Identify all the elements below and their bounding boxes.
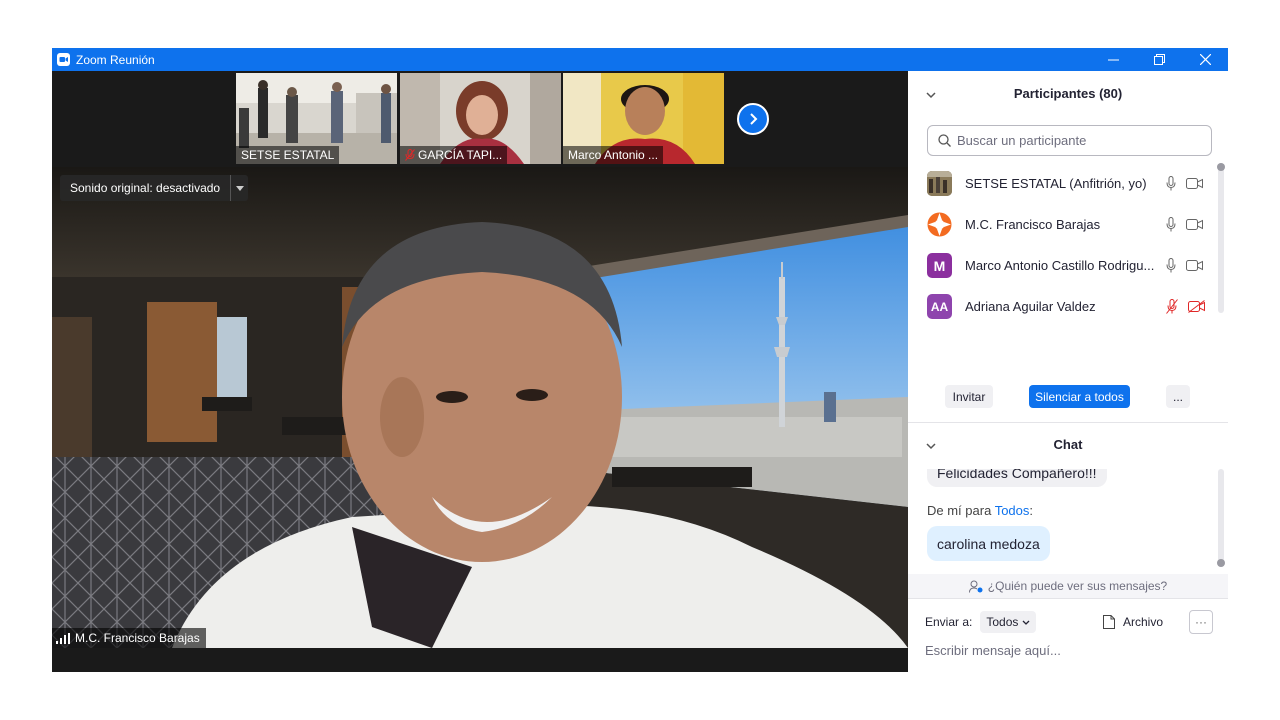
restore-icon — [1153, 54, 1165, 65]
who-can-see-messages[interactable]: ¿Quién puede ver sus mensajes? — [908, 574, 1228, 598]
video-camera-icon[interactable] — [1186, 260, 1203, 271]
speaker-video-frame — [52, 167, 908, 648]
chevron-down-icon — [1022, 620, 1030, 625]
close-button[interactable] — [1182, 48, 1228, 71]
mute-all-button[interactable]: Silenciar a todos — [1029, 385, 1130, 408]
participant-list: SETSE ESTATAL (Anfitrión, yo) M.C. Franc… — [908, 163, 1228, 323]
more-chat-options-button[interactable]: ··· — [1189, 610, 1213, 634]
chat-header: Chat — [908, 424, 1228, 464]
participant-name: Marco Antonio Castillo Rodrigu... — [965, 258, 1155, 273]
side-panel: Participantes (80) SETSE ESTATAL (Anfitr… — [908, 71, 1228, 672]
chat-message: carolina medoza — [927, 526, 1050, 561]
avatar: M — [927, 253, 952, 278]
chat-scrollbar[interactable] — [1217, 469, 1225, 567]
participants-header: Participantes (80) — [908, 73, 1228, 113]
send-to-select[interactable]: Todos — [980, 611, 1037, 633]
close-icon — [1199, 54, 1211, 65]
avatar — [927, 171, 952, 196]
file-icon — [1103, 615, 1115, 629]
main-speaker-video[interactable]: Sonido original: desactivado M.C. Franci… — [52, 167, 908, 648]
participants-title: Participantes (80) — [1013, 85, 1123, 101]
collapse-participants-button[interactable] — [926, 87, 936, 102]
participant-search[interactable] — [927, 125, 1212, 156]
microphone-icon[interactable] — [1166, 217, 1176, 232]
minimize-button[interactable] — [1090, 48, 1136, 71]
chat-title: Chat — [1053, 436, 1083, 452]
participant-search-input[interactable] — [957, 133, 1197, 148]
microphone-icon[interactable] — [1166, 176, 1176, 191]
thumbnail-name: GARCÍA TAPI... — [400, 146, 508, 164]
speaker-name: M.C. Francisco Barajas — [75, 631, 200, 645]
original-sound-toggle[interactable]: Sonido original: desactivado — [60, 175, 249, 201]
participant-name: M.C. Francisco Barajas — [965, 217, 1101, 232]
collapse-chat-button[interactable] — [926, 438, 936, 453]
original-sound-dropdown[interactable] — [230, 175, 248, 201]
muted-mic-icon[interactable] — [1166, 299, 1178, 314]
caret-down-icon — [235, 185, 244, 191]
avatar — [927, 212, 952, 237]
chevron-right-icon — [750, 113, 758, 125]
muted-mic-icon — [405, 149, 415, 161]
video-camera-icon[interactable] — [1186, 219, 1203, 230]
search-icon — [938, 134, 951, 147]
thumbnail-strip: SETSE ESTATAL GARCÍA TAPI... Marco Anton… — [52, 71, 908, 167]
window-title: Zoom Reunión — [76, 52, 155, 67]
file-button[interactable]: Archivo — [1103, 615, 1163, 629]
thumbnail-video[interactable]: GARCÍA TAPI... — [400, 73, 561, 164]
thumbnail-video[interactable]: SETSE ESTATAL — [236, 73, 397, 164]
next-page-button[interactable] — [737, 103, 769, 135]
chat-message: Felicidades Compañero!!! — [927, 469, 1107, 487]
more-participant-options-button[interactable]: ... — [1166, 385, 1190, 408]
person-info-icon — [968, 580, 983, 593]
chat-messages: Felicidades Compañero!!! De mí para Todo… — [908, 469, 1228, 571]
video-camera-icon[interactable] — [1186, 178, 1203, 189]
participant-row[interactable]: AA Adriana Aguilar Valdez — [908, 286, 1218, 327]
chevron-down-icon — [926, 92, 936, 99]
zoom-app-icon — [57, 53, 70, 66]
zoom-window: Zoom Reunión SETSE ESTATAL GARCÍA TAPI..… — [52, 48, 1228, 672]
restore-button[interactable] — [1136, 48, 1182, 71]
chat-message-input[interactable] — [925, 639, 1215, 661]
send-to-label: Enviar a: — [925, 615, 973, 629]
speaker-name-tag: M.C. Francisco Barajas — [52, 628, 206, 648]
chevron-down-icon — [926, 443, 936, 450]
thumbnail-name: SETSE ESTATAL — [236, 146, 340, 164]
invite-button[interactable]: Invitar — [945, 385, 993, 408]
microphone-icon[interactable] — [1166, 258, 1176, 273]
thumbnail-video[interactable]: Marco Antonio ... — [563, 73, 724, 164]
chat-sender-line: De mí para Todos: — [927, 503, 1034, 518]
participant-row[interactable]: M Marco Antonio Castillo Rodrigu... — [908, 245, 1218, 286]
signal-strength-icon — [56, 632, 70, 644]
minimize-icon — [1107, 59, 1119, 61]
participant-row[interactable]: SETSE ESTATAL (Anfitrión, yo) — [908, 163, 1218, 204]
title-bar: Zoom Reunión — [52, 48, 1228, 71]
participants-scrollbar[interactable] — [1217, 163, 1225, 313]
participant-name: SETSE ESTATAL (Anfitrión, yo) — [965, 176, 1147, 191]
video-area: SETSE ESTATAL GARCÍA TAPI... Marco Anton… — [52, 71, 908, 672]
send-to-row: Enviar a: Todos Archivo ··· — [925, 609, 1215, 635]
avatar: AA — [927, 294, 952, 319]
bottom-bar — [52, 648, 908, 672]
participant-name: Adriana Aguilar Valdez — [965, 299, 1096, 314]
participant-row[interactable]: M.C. Francisco Barajas — [908, 204, 1218, 245]
video-off-icon[interactable] — [1188, 300, 1205, 313]
thumbnail-name: Marco Antonio ... — [563, 146, 664, 164]
original-sound-label: Sonido original: desactivado — [70, 181, 221, 195]
